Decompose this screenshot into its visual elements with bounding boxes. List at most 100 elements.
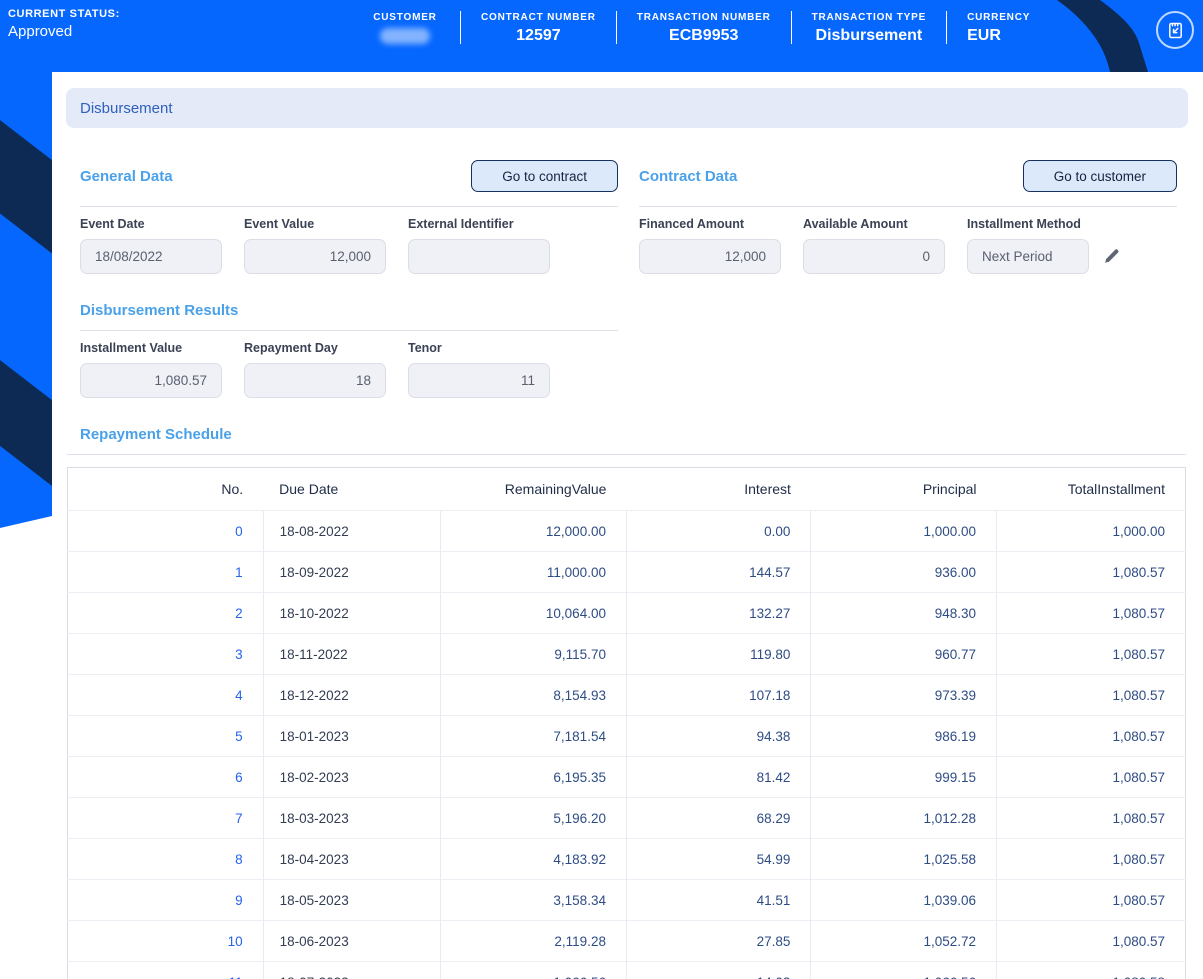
table-row: 5 18-01-2023 7,181.54 94.38 986.19 1,080.57	[67, 715, 1186, 757]
column-header-principal: Principal	[922, 481, 977, 497]
table-cell: 41.51	[625, 879, 811, 921]
contract-data-section: Contract Data Go to customer Financed Am…	[639, 160, 1177, 398]
main-panel: Disbursement General Data Go to contract…	[52, 72, 1203, 979]
table-row: 1 18-09-2022 11,000.00 144.57 936.00 1,080.57	[67, 551, 1186, 593]
table-body: 0 18-08-2022 12,000.00 0.00 1,000.00 1,000.00…	[67, 510, 1186, 979]
table-cell: 7	[67, 797, 264, 839]
tenor-input[interactable]	[408, 363, 550, 398]
header-field-label: CURRENCY	[967, 12, 1031, 23]
current-status-block: CURRENT STATUS: Approved	[8, 8, 120, 40]
event-value-input[interactable]	[244, 239, 386, 274]
table-cell: 6	[67, 756, 264, 798]
installment-method-field: Installment Method	[967, 217, 1122, 274]
panel-title: Disbursement	[80, 99, 173, 117]
table-cell: 6,195.35	[440, 756, 627, 798]
table-cell: 11,000.00	[440, 551, 627, 593]
tenor-label: Tenor	[408, 341, 442, 355]
top-header-bar: CURRENT STATUS: Approved CUSTOMER CONTRAC…	[0, 0, 1203, 72]
table-cell: 18-08-2022	[262, 510, 441, 552]
table-cell: 1,080.57	[996, 879, 1186, 921]
event-value-field: Event Value	[244, 217, 386, 274]
table-cell: 986.19	[810, 715, 997, 757]
table-cell: 12,000.00	[440, 510, 627, 552]
table-cell: 1,080.57	[996, 797, 1186, 839]
table-cell: 14.02	[625, 961, 811, 979]
table-header-row: No. Due Date RemainingValue Interest Princip…	[68, 468, 1186, 511]
diagonal-band-decoration	[0, 337, 52, 526]
header-field-value: 12597	[516, 27, 561, 44]
disbursement-results-title: Disbursement Results	[80, 301, 239, 319]
external-identifier-label: External Identifier	[408, 217, 514, 231]
external-identifier-input[interactable]	[408, 239, 550, 274]
column-header-remainingvalue: RemainingValue	[504, 481, 607, 497]
table-row: 4 18-12-2022 8,154.93 107.18 973.39 1,080.57	[67, 674, 1186, 716]
left-decoration-strip	[0, 0, 52, 528]
table-cell: 5,196.20	[440, 797, 627, 839]
available-amount-field: Available Amount	[803, 217, 945, 274]
table-row: 9 18-05-2023 3,158.34 41.51 1,039.06 1,080.57	[67, 879, 1186, 921]
table-cell: 18-06-2023	[262, 920, 441, 962]
repayment-day-label: Repayment Day	[244, 341, 338, 355]
available-amount-label: Available Amount	[803, 217, 908, 231]
customer-value-redacted	[380, 28, 430, 44]
table-cell: 1,080.57	[996, 756, 1186, 798]
section-divider	[67, 454, 1186, 455]
installment-method-label: Installment Method	[967, 217, 1081, 231]
table-cell: 0	[67, 510, 264, 552]
column-header-interest: Interest	[744, 481, 791, 497]
installment-value-input[interactable]	[80, 363, 222, 398]
table-cell: 18-10-2022	[262, 592, 441, 634]
table-row: 2 18-10-2022 10,064.00 132.27 948.30 1,080.57	[67, 592, 1186, 634]
installment-method-input[interactable]	[967, 239, 1089, 274]
external-identifier-field: External Identifier	[408, 217, 550, 274]
header-field-label: CONTRACT NUMBER	[481, 12, 596, 23]
table-cell: 4	[67, 674, 264, 716]
header-field-value: EUR	[967, 27, 1001, 44]
go-to-contract-button[interactable]: Go to contract	[471, 160, 618, 192]
table-cell: 107.18	[625, 674, 811, 716]
financed-amount-field: Financed Amount	[639, 217, 781, 274]
column-header-due-date: Due Date	[279, 481, 339, 497]
table-cell: 11	[67, 961, 264, 979]
table-cell: 4,183.92	[440, 838, 627, 880]
table-cell: 9	[67, 879, 264, 921]
table-row: 3 18-11-2022 9,115.70 119.80 960.77 1,080.57	[67, 633, 1186, 675]
table-cell: 1,080.57	[996, 920, 1186, 962]
financed-amount-input[interactable]	[639, 239, 781, 274]
event-date-label: Event Date	[80, 217, 145, 231]
event-date-input[interactable]	[80, 239, 222, 274]
table-cell: 1	[67, 551, 264, 593]
table-cell: 1,080.57	[996, 838, 1186, 880]
table-cell: 1,066.56	[810, 961, 997, 979]
table-cell: 1,052.72	[810, 920, 997, 962]
table-cell: 8	[67, 838, 264, 880]
header-field-transaction-type: TRANSACTION TYPE Disbursement	[792, 10, 946, 45]
current-status-value: Approved	[8, 23, 73, 40]
table-row: 1118-07-20231,066.5614.021,066.561,080.5…	[67, 961, 1186, 979]
go-to-customer-button[interactable]: Go to customer	[1022, 160, 1177, 192]
header-field-contract-number: CONTRACT NUMBER 12597	[461, 10, 616, 45]
document-export-button[interactable]	[1156, 11, 1194, 49]
table-cell: 18-03-2023	[262, 797, 441, 839]
table-cell: 18-02-2023	[262, 756, 441, 798]
document-export-icon	[1168, 22, 1182, 38]
table-cell: 54.99	[625, 838, 811, 880]
header-field-transaction-number: TRANSACTION NUMBER ECB9953	[617, 10, 791, 45]
edit-installment-method-button[interactable]	[1101, 246, 1122, 267]
table-cell: 1,080.57	[996, 551, 1186, 593]
table-cell: 2	[67, 592, 264, 634]
general-data-section: General Data Go to contract Event Date E…	[80, 160, 618, 398]
table-cell: 2,119.28	[440, 920, 627, 962]
table-row: 8 18-04-2023 4,183.92 54.99 1,025.58 1,080.57	[67, 838, 1186, 880]
repayment-day-input[interactable]	[244, 363, 386, 398]
section-divider	[639, 206, 1177, 207]
table-row: 10 18-06-2023 2,119.28 27.85 1,052.72 1,080.5…	[67, 920, 1186, 962]
installment-value-label: Installment Value	[80, 341, 183, 355]
general-data-title: General Data	[80, 167, 173, 185]
table-cell: 1,000.00	[996, 510, 1186, 552]
available-amount-input[interactable]	[803, 239, 945, 274]
table-cell: 119.80	[625, 633, 811, 675]
table-cell: 3,158.34	[440, 879, 627, 921]
table-cell: 3	[67, 633, 264, 675]
section-divider	[80, 330, 618, 331]
